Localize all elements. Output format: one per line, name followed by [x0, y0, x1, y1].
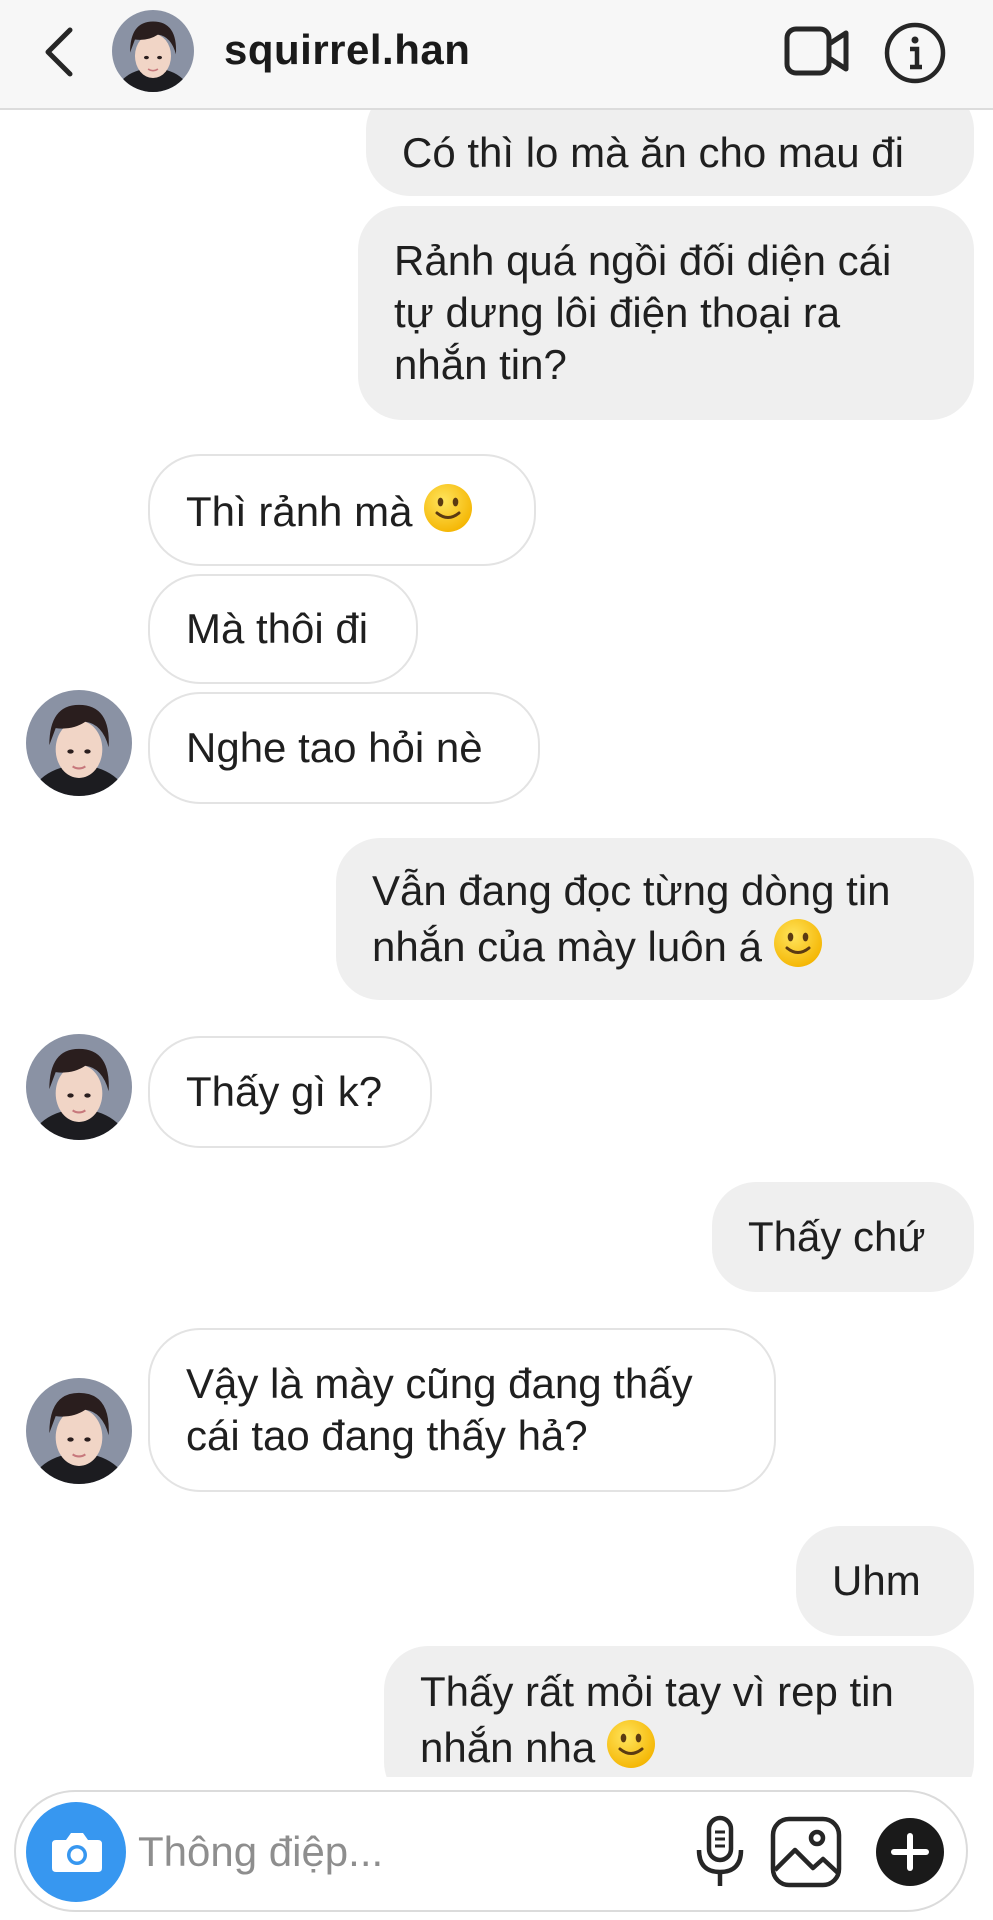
message-text: Vẫn đang đọc từng dòng tin	[372, 867, 891, 914]
message-bubble-outgoing[interactable]: Thấy rất mỏi tay vì rep tin nhắn nha	[384, 1646, 974, 1777]
message-thread: Có thì lo mà ăn cho mau đi Rảnh quá ngồi…	[0, 110, 993, 1777]
message-text: nhắn của mày luôn á	[372, 923, 762, 970]
message-text: Rảnh quá ngồi đối diện cái	[394, 237, 892, 284]
message-text: nhắn nha	[420, 1724, 596, 1771]
avatar-image	[26, 690, 132, 796]
gallery-button[interactable]	[768, 1814, 844, 1890]
message-text: Mà thôi đi	[186, 605, 369, 652]
microphone-icon	[696, 1815, 744, 1886]
chevron-left-icon	[45, 27, 73, 77]
message-bubble-outgoing[interactable]: Thấy chứ	[712, 1182, 974, 1292]
message-text: Nghe tao hỏi nè	[186, 724, 483, 771]
video-camera-icon	[784, 26, 849, 76]
back-button[interactable]	[38, 22, 82, 82]
message-text: Thấy rất mỏi tay vì rep tin	[420, 1668, 894, 1715]
message-bubble-outgoing[interactable]: Có thì lo mà ăn cho mau đi	[366, 110, 974, 196]
avatar-image	[112, 10, 194, 92]
message-text: Uhm	[832, 1557, 921, 1604]
slightly-smiling-face-icon	[424, 484, 473, 532]
message-bubble-incoming[interactable]: Mà thôi đi	[148, 574, 418, 684]
message-bubble-outgoing[interactable]: Vẫn đang đọc từng dòng tin nhắn của mày …	[336, 838, 974, 1000]
message-input[interactable]	[138, 1822, 658, 1882]
contact-avatar[interactable]	[26, 1034, 132, 1140]
message-bubble-incoming[interactable]: Thì rảnh mà	[148, 454, 536, 566]
message-text: Có thì lo mà ăn cho mau đi	[402, 129, 904, 176]
message-text: nhắn tin?	[394, 341, 567, 388]
camera-icon	[52, 1833, 102, 1872]
chat-header: squirrel.han	[0, 0, 993, 110]
contact-avatar[interactable]	[112, 10, 194, 92]
message-text: Thấy chứ	[748, 1213, 926, 1260]
message-text: Thấy gì k?	[186, 1068, 383, 1115]
avatar-image	[26, 1034, 132, 1140]
message-bubble-outgoing[interactable]: Uhm	[796, 1526, 974, 1636]
message-text: cái tao đang thấy hả?	[186, 1412, 588, 1459]
slightly-smiling-face-icon	[607, 1720, 656, 1768]
message-bubble-incoming[interactable]: Nghe tao hỏi nè	[148, 692, 540, 804]
slightly-smiling-face-icon	[773, 919, 822, 967]
message-text: Vậy là mày cũng đang thấy	[186, 1360, 693, 1407]
add-button[interactable]	[872, 1814, 948, 1890]
message-text: tự dưng lôi điện thoại ra	[394, 289, 841, 336]
image-gallery-icon	[770, 1816, 842, 1888]
message-bubble-incoming[interactable]: Thấy gì k?	[148, 1036, 432, 1148]
info-button[interactable]	[884, 22, 946, 84]
contact-username[interactable]: squirrel.han	[224, 26, 470, 74]
message-composer	[14, 1790, 968, 1912]
message-bubble-incoming[interactable]: Vậy là mày cũng đang thấy cái tao đang t…	[148, 1328, 776, 1492]
info-icon	[884, 22, 946, 84]
message-text: Thì rảnh mà	[186, 488, 413, 535]
contact-avatar[interactable]	[26, 690, 132, 796]
message-bubble-outgoing[interactable]: Rảnh quá ngồi đối diện cái tự dưng lôi đ…	[358, 206, 974, 420]
plus-circle-icon	[876, 1818, 944, 1886]
avatar-image	[26, 1378, 132, 1484]
voice-message-button[interactable]	[690, 1814, 750, 1890]
contact-avatar[interactable]	[26, 1378, 132, 1484]
video-call-button[interactable]	[784, 24, 850, 78]
camera-button[interactable]	[26, 1802, 126, 1902]
